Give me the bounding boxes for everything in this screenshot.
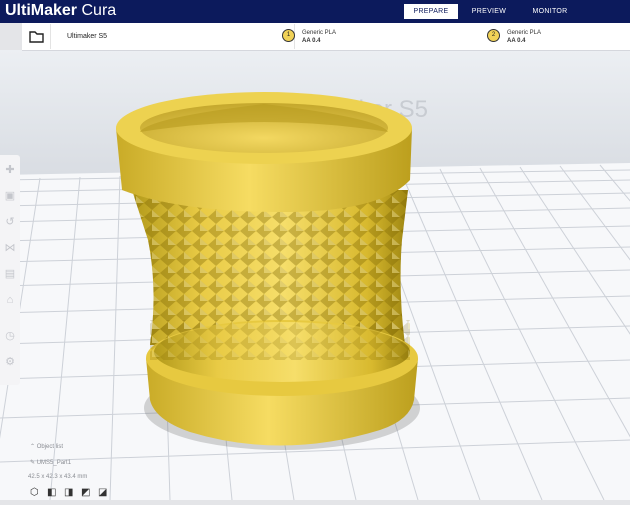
- move-tool-icon[interactable]: ✚: [3, 163, 17, 177]
- object-filename-row[interactable]: ✎ UMS5_Part1: [30, 459, 71, 466]
- build-viewport[interactable]: Ultimaker S5: [0, 50, 630, 501]
- printer-name: Ultimaker S5: [67, 33, 108, 40]
- object-list-toggle[interactable]: ⌃ Object list: [30, 443, 63, 450]
- view-3d-icon[interactable]: ⬡: [30, 488, 40, 498]
- tab-preview[interactable]: PREVIEW: [464, 4, 514, 19]
- mirror-tool-icon[interactable]: ⋈: [3, 241, 17, 255]
- view-top-icon[interactable]: ◨: [64, 488, 74, 498]
- printer-selector[interactable]: Ultimaker S5 ⌄: [50, 24, 295, 49]
- scale-tool-icon[interactable]: ▣: [3, 189, 17, 203]
- model-cup[interactable]: [116, 92, 420, 450]
- object-list-label: Object list: [36, 444, 64, 450]
- brand-product: Cura: [81, 2, 117, 19]
- extruder-2-selector[interactable]: 2 Generic PLA AA 0.4: [487, 24, 627, 49]
- rotate-tool-icon[interactable]: ↺: [3, 215, 17, 229]
- tab-monitor[interactable]: MONITOR: [522, 4, 578, 19]
- app-logo: UltiMaker Cura: [5, 2, 116, 20]
- per-model-settings-icon[interactable]: ▤: [3, 267, 17, 281]
- extruder-2-badge: 2: [487, 29, 500, 42]
- printer-toolbar: Ultimaker S5 ⌄ 1 Generic PLA AA 0.4 2 Ge…: [22, 23, 630, 51]
- settings-tool-icon[interactable]: ⚙: [3, 355, 17, 369]
- pencil-icon: ✎: [30, 460, 36, 466]
- extruder-1-badge: 1: [282, 29, 295, 42]
- custom-tool-icon[interactable]: ◷: [3, 329, 17, 343]
- folder-icon: [29, 31, 44, 43]
- view-right-icon[interactable]: ◪: [98, 488, 108, 498]
- extruder-1-material: Generic PLA: [302, 30, 337, 36]
- brand-name: UltiMaker: [5, 2, 78, 19]
- support-blocker-icon[interactable]: ⌂: [3, 293, 17, 307]
- open-file-button[interactable]: [22, 24, 51, 49]
- build-volume-scene: Ultimaker S5: [0, 50, 630, 501]
- tab-prepare[interactable]: PREPARE: [404, 4, 458, 19]
- tool-panel: ✚ ▣ ↺ ⋈ ▤ ⌂ ◷ ⚙: [0, 155, 20, 385]
- extruder-2-nozzle: AA 0.4: [507, 38, 526, 44]
- view-front-icon[interactable]: ◧: [47, 488, 57, 498]
- extruder-1-nozzle: AA 0.4: [302, 38, 321, 44]
- app-header: UltiMaker Cura PREPARE PREVIEW MONITOR: [0, 0, 630, 23]
- object-dimensions: 42.5 x 42.3 x 43.4 mm: [28, 474, 88, 480]
- extruder-2-material: Generic PLA: [507, 30, 542, 36]
- object-filename: UMS5_Part1: [36, 460, 72, 466]
- view-left-icon[interactable]: ◩: [81, 488, 91, 498]
- chevron-up-icon: ⌃: [30, 444, 36, 450]
- extruder-1-selector[interactable]: 1 Generic PLA AA 0.4: [282, 24, 482, 49]
